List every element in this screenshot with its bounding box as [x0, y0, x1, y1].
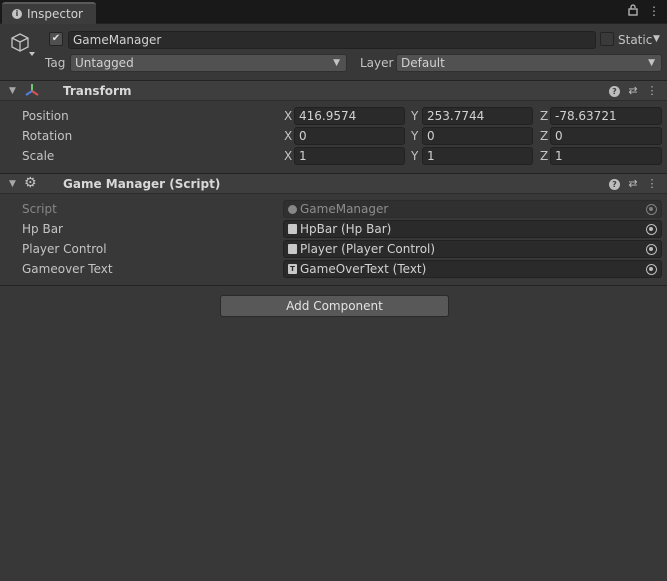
name-field-value: GameManager [73, 33, 162, 47]
gameover-text-label: Gameover Text [22, 262, 113, 276]
scale-y-field[interactable]: 1 [422, 147, 533, 165]
axis-z-label: Z [540, 109, 549, 123]
layer-label: Layer [360, 56, 394, 70]
script-field: GameManager [283, 200, 662, 218]
static-checkbox[interactable] [600, 32, 614, 46]
hp-bar-label: Hp Bar [22, 222, 63, 236]
hp-bar-field[interactable]: HpBar (Hp Bar) [283, 220, 662, 238]
script-icon [288, 244, 297, 254]
position-x-value: 416.9574 [299, 109, 357, 123]
scale-z-field[interactable]: 1 [550, 147, 662, 165]
tag-dropdown-value: Untagged [75, 56, 134, 70]
script-label: Script [22, 202, 57, 216]
chevron-down-icon: ▼ [333, 58, 340, 68]
axis-z-label: Z [540, 149, 549, 163]
lock-icon[interactable] [628, 4, 638, 19]
text-icon: T [288, 264, 297, 274]
foldout-arrow-icon[interactable]: ▼ [9, 86, 17, 96]
position-y-field[interactable]: 253.7744 [422, 107, 533, 125]
tab-bar [0, 0, 667, 24]
script-icon [288, 224, 297, 234]
script-field-value: GameManager [300, 202, 389, 216]
scale-y-value: 1 [427, 149, 435, 163]
axis-x-label: X [284, 129, 293, 143]
rotation-x-field[interactable]: 0 [294, 127, 405, 145]
axis-y-label: Y [411, 129, 419, 143]
active-checkbox[interactable]: ✔ [49, 32, 63, 46]
game-manager-header[interactable]: ▼ ⚙ Game Manager (Script) ? ⇄ ⋮ [0, 173, 667, 194]
static-dropdown-arrow-icon[interactable]: ▼ [653, 34, 660, 44]
add-component-button[interactable]: Add Component [220, 295, 449, 317]
axis-y-label: Y [411, 109, 419, 123]
script-icon [288, 204, 297, 214]
transform-title: Transform [63, 83, 132, 98]
more-icon[interactable]: ⋮ [646, 84, 658, 97]
add-component-label: Add Component [286, 299, 383, 313]
position-x-field[interactable]: 416.9574 [294, 107, 405, 125]
scale-label: Scale [22, 149, 55, 163]
rotation-z-field[interactable]: 0 [550, 127, 662, 145]
rotation-label: Rotation [22, 129, 73, 143]
axis-y-label: Y [411, 149, 419, 163]
player-control-field[interactable]: Player (Player Control) [283, 240, 662, 258]
position-z-field[interactable]: -78.63721 [550, 107, 662, 125]
object-picker-icon[interactable] [646, 264, 657, 275]
player-control-label: Player Control [22, 242, 107, 256]
rotation-x-value: 0 [299, 129, 307, 143]
object-picker-icon[interactable] [646, 244, 657, 255]
more-icon[interactable]: ⋮ [646, 177, 658, 190]
hp-bar-field-value: HpBar (Hp Bar) [300, 222, 392, 236]
preset-icon[interactable]: ⇄ [627, 177, 639, 190]
help-icon[interactable]: ? [609, 86, 620, 97]
transform-icon [24, 83, 40, 102]
name-field[interactable]: GameManager [68, 31, 596, 49]
position-label: Position [22, 109, 69, 123]
rotation-z-value: 0 [555, 129, 563, 143]
static-label: Static [618, 33, 653, 47]
player-control-field-value: Player (Player Control) [300, 242, 436, 256]
tag-dropdown[interactable]: Untagged ▼ [70, 54, 347, 72]
tab-inspector-label: Inspector [27, 7, 83, 21]
layer-dropdown-value: Default [401, 56, 445, 70]
tag-label: Tag [45, 56, 66, 70]
position-z-value: -78.63721 [555, 109, 617, 123]
object-picker-icon [646, 204, 657, 215]
more-icon[interactable]: ⋮ [648, 4, 660, 18]
position-y-value: 253.7744 [427, 109, 485, 123]
info-icon: i [12, 9, 22, 19]
object-picker-icon[interactable] [646, 224, 657, 235]
foldout-arrow-icon[interactable]: ▼ [9, 179, 17, 189]
rotation-y-field[interactable]: 0 [422, 127, 533, 145]
gameover-text-field[interactable]: T GameOverText (Text) [283, 260, 662, 278]
gameover-text-field-value: GameOverText (Text) [300, 262, 427, 276]
scale-z-value: 1 [555, 149, 563, 163]
gameobject-icon[interactable] [9, 30, 35, 60]
tab-inspector[interactable]: i Inspector [2, 2, 96, 24]
transform-header[interactable]: ▼ Transform ? ⇄ ⋮ [0, 80, 667, 101]
help-icon[interactable]: ? [609, 179, 620, 190]
rotation-y-value: 0 [427, 129, 435, 143]
axis-x-label: X [284, 149, 293, 163]
axis-z-label: Z [540, 129, 549, 143]
preset-icon[interactable]: ⇄ [627, 84, 639, 97]
game-manager-title: Game Manager (Script) [63, 176, 221, 191]
gear-icon: ⚙ [24, 175, 37, 191]
component-divider [0, 285, 667, 286]
chevron-down-icon: ▼ [648, 58, 655, 68]
scale-x-field[interactable]: 1 [294, 147, 405, 165]
scale-x-value: 1 [299, 149, 307, 163]
axis-x-label: X [284, 109, 293, 123]
layer-dropdown[interactable]: Default ▼ [396, 54, 662, 72]
